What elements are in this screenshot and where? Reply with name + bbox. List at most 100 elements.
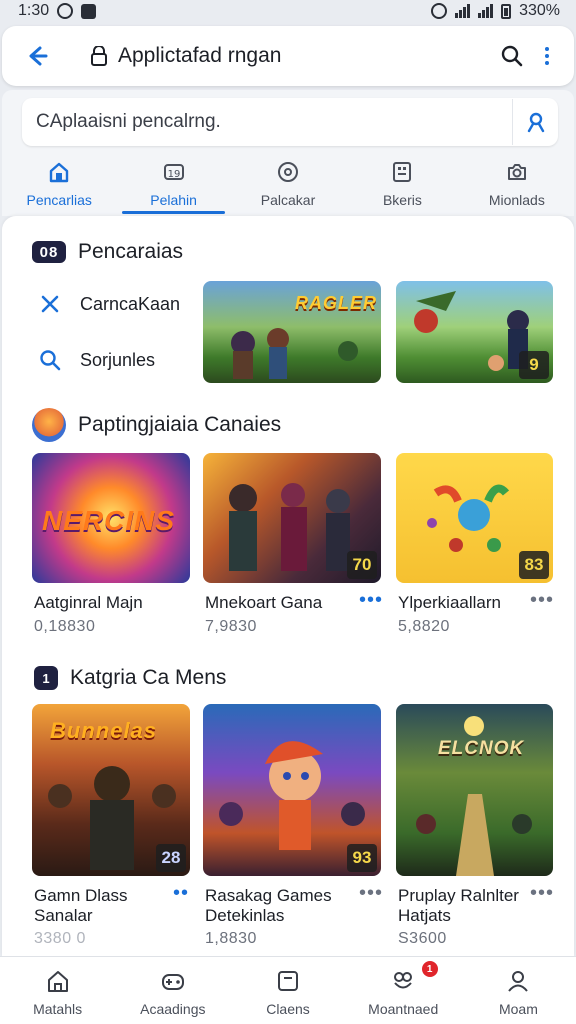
section-category-header: 1 Katgria Ca Mens [34,666,226,690]
search-input[interactable] [36,111,512,133]
thumbnail-logo: RAGLER [295,293,377,313]
game-art [416,716,532,876]
card-title[interactable]: Ylperkiaallarn [398,593,548,613]
status-bar: 1:30 330% [0,0,576,22]
nav-claens[interactable]: Claens [230,957,345,1024]
home-icon [47,160,71,184]
camera-icon [505,160,529,184]
battery-icon [501,3,512,19]
back-arrow-icon [29,46,48,66]
url-title[interactable]: Applictafad rngan [118,44,492,68]
quick-link-label: CarncaKaan [80,293,181,314]
more-options-button[interactable]: ••• [529,883,555,904]
more-options-button[interactable]: ••• [358,590,384,611]
section-title: Paptingjaiaia Canaies [78,413,282,436]
quick-link-carncakaan[interactable]: CarncaKaan [38,292,180,316]
section-badge: 08 [32,241,66,263]
game-thumbnail[interactable]: RAGLER [203,281,381,383]
gamepad-icon [159,967,187,995]
nav-acaadings[interactable]: Acaadings [115,957,230,1024]
browser-search-button[interactable] [492,36,532,76]
card-meta: S3600 [398,930,447,947]
card-meta: 5,8820 [398,618,450,635]
tab-label: Pelahin [150,192,197,208]
nav-moam[interactable]: Moam [461,957,576,1024]
battery-level: 330% [519,2,560,19]
search-person-icon [527,112,544,133]
more-options-button[interactable]: ••• [358,883,384,904]
at-icon [57,3,74,19]
search-box [22,98,558,146]
browser-bar: Applictafad rngan [2,26,574,86]
tab-mionlads[interactable]: Mionlads [460,154,574,216]
back-button[interactable] [22,41,52,71]
card-logo: NERCINS [42,505,176,536]
tab-label: Mionlads [488,192,545,208]
section-search-header: 08 Pencaraias [32,240,183,264]
close-icon [38,292,62,316]
voice-search-button[interactable] [512,99,558,145]
card-number: 70 [347,551,377,579]
thumbnail-number: 9 [519,351,549,379]
section-title: Katgria Ca Mens [70,666,227,689]
profile-icon [504,967,532,995]
more-options-button[interactable]: ••• [529,590,555,611]
nav-label: Acaadings [140,1001,206,1017]
more-menu-button[interactable] [532,36,562,76]
search-icon [501,45,523,67]
game-card-image[interactable]: NERCINS [32,453,190,583]
card-logo: ELCNOK [438,738,525,759]
card-meta: 3380 0 [34,930,86,947]
calculator-icon [390,160,414,184]
lock-icon [88,45,110,67]
game-card-image[interactable]: 93 [203,704,381,876]
card-title[interactable]: Mnekoart Gana [205,593,355,613]
tab-bar: Pencarlias 19 Pelahin Palcakar Bkeris Mi… [2,154,574,216]
game-card-image[interactable]: Bunnelas 28 [32,704,190,876]
tab-label: Pencarlias [26,192,92,208]
cards-icon [274,967,302,995]
nav-label: Moam [498,1001,538,1017]
card-meta: 0,18830 [34,618,96,635]
tab-pelahin[interactable]: 19 Pelahin [116,154,230,216]
alarm-icon [431,3,448,19]
search-icon [38,348,62,372]
avatar [32,408,66,442]
card-meta: 1,8830 [205,930,257,947]
bottom-navigation: Matahls Acaadings Claens 1 Moantnaed Moa… [0,956,576,1024]
card-title[interactable]: Aatginral Majn [34,593,184,613]
tab-bkeris[interactable]: Bkeris [345,154,459,216]
notification-icon [81,3,97,19]
game-thumbnail[interactable]: 9 [396,281,553,383]
game-card-image[interactable]: ELCNOK [396,704,553,876]
nav-label: Moantnaed [368,1001,439,1017]
signal-icon [478,4,494,18]
home-icon [44,967,72,995]
puzzle-icon [389,967,417,995]
tab-pencarlias[interactable]: Pencarlias [2,154,116,216]
game-card-image[interactable]: 83 [396,453,553,583]
nav-matahls[interactable]: Matahls [0,957,115,1024]
wifi-icon [455,4,471,18]
card-number: 28 [156,844,186,872]
card-title[interactable]: Pruplay Ralnlter Hatjats [398,886,548,926]
game-card-image[interactable]: 70 [203,453,381,583]
nav-label: Matahls [33,1001,83,1017]
controller-icon [276,160,300,184]
card-number: 93 [347,844,377,872]
more-options-button[interactable]: •• [168,883,194,904]
card-title[interactable]: Rasakag Games Detekinlas [205,886,355,926]
notification-badge: 1 [421,961,438,977]
section-title: Pencaraias [78,240,184,263]
card-title[interactable]: Gamn Dlass Sanalar [34,886,184,926]
nav-label: Claens [266,1001,310,1017]
tab-label: Bkeris [382,192,422,208]
game-icon: 19 [162,160,186,184]
card-number: 83 [519,551,549,579]
card-logo: Bunnelas [50,718,158,743]
main-content: 08 Pencaraias CarncaKaan Sorjunles RAGLE… [2,216,574,956]
quick-link-sorjunles[interactable]: Sorjunles [38,348,155,372]
tab-palcakar[interactable]: Palcakar [231,154,345,216]
card-meta: 7,9830 [205,618,257,635]
nav-moantnaed[interactable]: 1 Moantnaed [346,957,461,1024]
